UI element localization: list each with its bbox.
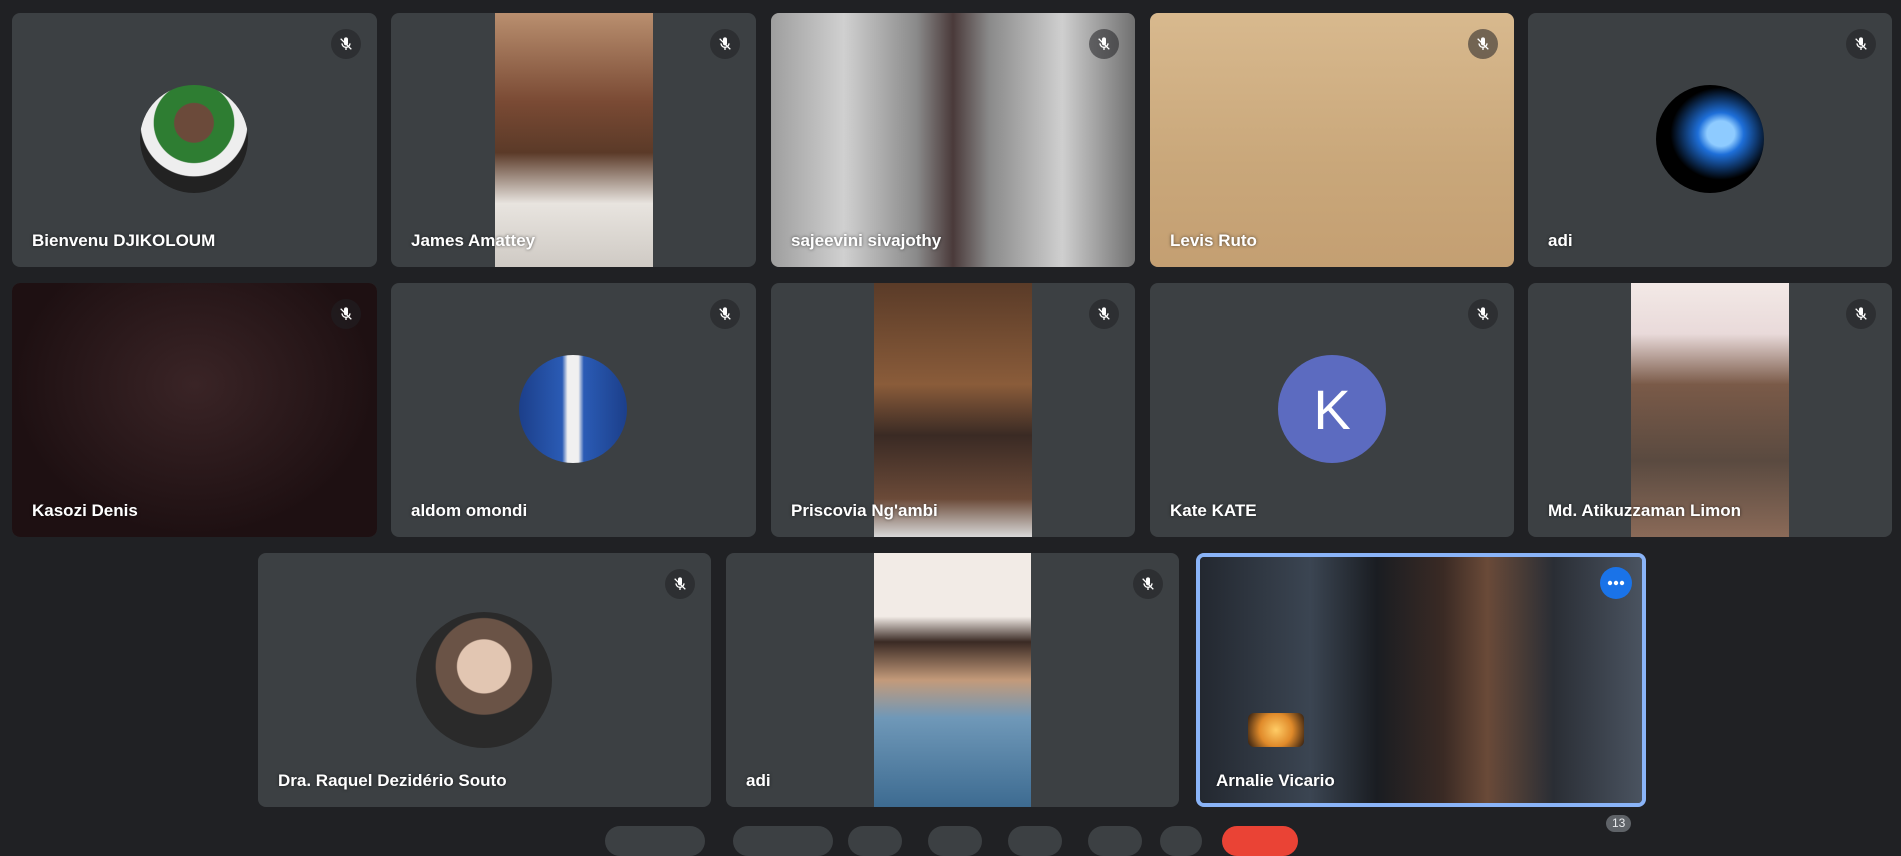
control-button[interactable] [605,826,705,856]
participant-name: Dra. Raquel Dezidério Souto [278,771,507,790]
participant-avatar [1656,85,1764,193]
participant-video [1200,557,1642,803]
more-options-icon [1607,580,1625,586]
participant-name: adi [746,771,771,790]
participant-tile-kasozi[interactable]: Kasozi Denis [12,283,377,537]
participant-name: sajeevini sivajothy [791,231,942,250]
participant-name: Md. Atikuzzaman Limon [1548,501,1741,520]
participant-tile-priscovia[interactable]: Priscovia Ng'ambi [771,283,1135,537]
mic-off-icon [331,299,361,329]
mic-off-icon [1846,29,1876,59]
participant-video [771,13,1135,267]
control-button[interactable] [928,826,982,856]
participant-video [874,283,1032,537]
participant-avatar [140,85,248,193]
mic-off-icon [1468,299,1498,329]
participant-tile-raquel[interactable]: Dra. Raquel Dezidério Souto [258,553,711,807]
more-options-button[interactable] [1600,567,1632,599]
participant-avatar [416,612,552,748]
control-button[interactable] [733,826,833,856]
participant-tile-arnalie[interactable]: Arnalie Vicario [1196,553,1646,807]
mic-off-icon [710,299,740,329]
control-button[interactable] [1008,826,1062,856]
leave-call-button[interactable] [1222,826,1298,856]
participant-name: Kate KATE [1170,501,1257,520]
people-count-badge: 13 [1606,815,1632,832]
participant-tile-adi-2[interactable]: adi [726,553,1179,807]
mic-off-icon [710,29,740,59]
participant-name: Priscovia Ng'ambi [791,501,938,520]
mic-off-icon [665,569,695,599]
participant-name: Kasozi Denis [32,501,138,520]
participant-name: aldom omondi [411,501,528,520]
participant-tile-bienvenu[interactable]: Bienvenu DJIKOLOUM [12,13,377,267]
participant-name: adi [1548,231,1573,250]
participant-name: James Amattey [411,231,536,250]
participant-video [1631,283,1789,537]
control-button[interactable] [848,826,902,856]
participant-tile-adi-1[interactable]: adi [1528,13,1892,267]
initial-avatar: K [1278,355,1386,463]
participant-tile-limon[interactable]: Md. Atikuzzaman Limon [1528,283,1892,537]
mic-off-icon [1089,29,1119,59]
fireplace [1248,713,1304,747]
participant-name: Levis Ruto [1170,231,1257,250]
participant-tile-levis[interactable]: Levis Ruto [1150,13,1514,267]
participant-avatar [519,355,627,463]
control-button[interactable] [1160,826,1202,856]
participant-tile-kate[interactable]: K Kate KATE [1150,283,1514,537]
mic-off-icon [1846,299,1876,329]
participant-name: Bienvenu DJIKOLOUM [32,231,216,250]
participant-video [495,13,653,267]
participant-tile-sajeevini[interactable]: sajeevini sivajothy [771,13,1135,267]
participant-video [874,553,1031,807]
control-button[interactable] [1088,826,1142,856]
participant-tile-aldom[interactable]: aldom omondi [391,283,756,537]
participant-video [1150,13,1514,267]
participant-tile-james[interactable]: James Amattey [391,13,756,267]
participant-name: Arnalie Vicario [1216,771,1335,790]
mic-off-icon [1468,29,1498,59]
mic-off-icon [1089,299,1119,329]
mic-off-icon [1133,569,1163,599]
participant-video [12,283,377,537]
mic-off-icon [331,29,361,59]
